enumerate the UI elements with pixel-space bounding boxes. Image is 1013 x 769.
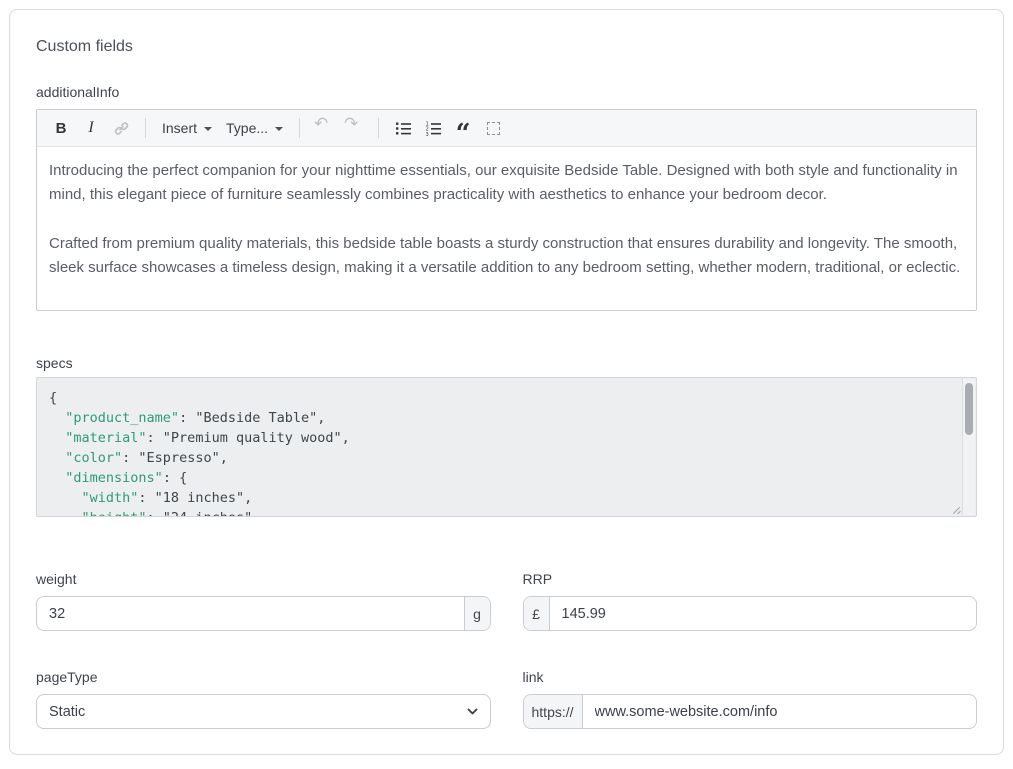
code-line: "height": "24 inches"	[49, 508, 950, 517]
weight-input-group: g	[36, 596, 491, 631]
page-type-label: pageType	[36, 669, 491, 685]
json-key: "material"	[65, 430, 146, 446]
currency-prefix: £	[524, 597, 550, 630]
undo-icon[interactable]: ↶	[310, 115, 338, 141]
json-key: "height"	[82, 510, 147, 517]
link-input[interactable]	[583, 695, 976, 728]
editor-toolbar: B I Insert Type...	[37, 110, 976, 147]
specs-label: specs	[36, 355, 977, 371]
link-field: link https://	[523, 669, 978, 729]
code-line: "width": "18 inches",	[49, 488, 950, 508]
scrollbar-track[interactable]	[962, 379, 975, 515]
rrp-field: RRP £	[523, 571, 978, 631]
code-line: "color": "Espresso",	[49, 448, 950, 468]
chevron-down-icon	[275, 127, 283, 131]
page-type-field: pageType Static	[36, 669, 491, 729]
json-key: "color"	[65, 450, 122, 466]
link-input-group: https://	[523, 694, 978, 729]
weight-label: weight	[36, 571, 491, 587]
weight-unit-suffix: g	[464, 597, 490, 630]
editor-paragraph: Introducing the perfect companion for yo…	[49, 159, 964, 207]
rrp-input[interactable]	[550, 597, 977, 630]
toolbar-divider	[378, 118, 379, 138]
blockquote-button[interactable]: “	[449, 122, 477, 148]
insert-dropdown-label: Insert	[162, 120, 197, 136]
rich-text-editor: B I Insert Type...	[36, 109, 977, 311]
specs-code: { "product_name": "Bedside Table", "mate…	[49, 388, 950, 517]
link-button[interactable]	[107, 115, 135, 141]
bullet-list-icon	[395, 120, 412, 137]
additional-info-label: additionalInfo	[36, 84, 977, 100]
specs-code-editor[interactable]: { "product_name": "Bedside Table", "mate…	[36, 377, 977, 517]
italic-button[interactable]: I	[77, 115, 105, 141]
resize-handle-icon[interactable]	[951, 504, 961, 514]
code-line: "material": "Premium quality wood",	[49, 428, 950, 448]
card-title: Custom fields	[36, 38, 977, 56]
rrp-label: RRP	[523, 571, 978, 587]
weight-field: weight g	[36, 571, 491, 631]
link-label: link	[523, 669, 978, 685]
page-type-select-wrap: Static	[36, 694, 491, 729]
link-icon	[113, 120, 130, 137]
specs-field: specs { "product_name": "Bedside Table",…	[36, 355, 977, 517]
insert-dropdown[interactable]: Insert	[156, 115, 218, 141]
toolbar-divider	[145, 118, 146, 138]
bullet-list-button[interactable]	[389, 115, 417, 141]
svg-text:3: 3	[425, 131, 428, 136]
bold-button[interactable]: B	[47, 115, 75, 141]
json-key: "width"	[82, 490, 139, 506]
custom-fields-card: Custom fields additionalInfo B I Insert	[9, 9, 1004, 755]
scrollbar-thumb[interactable]	[965, 383, 973, 435]
visual-blocks-button[interactable]	[479, 115, 507, 141]
editor-paragraph: Crafted from premium quality materials, …	[49, 232, 964, 280]
visual-blocks-icon	[487, 122, 500, 135]
rrp-input-group: £	[523, 596, 978, 631]
type-dropdown-label: Type...	[226, 120, 268, 136]
code-line: {	[49, 388, 950, 408]
redo-icon[interactable]: ↷	[340, 115, 368, 141]
toolbar-divider	[299, 118, 300, 138]
code-line: "dimensions": {	[49, 468, 950, 488]
protocol-prefix: https://	[524, 695, 583, 728]
weight-rrp-row: weight g RRP £	[36, 571, 977, 631]
page-type-select[interactable]: Static	[36, 694, 491, 729]
additional-info-field: additionalInfo B I Insert	[36, 84, 977, 311]
numbered-list-icon: 1 2 3	[425, 120, 442, 137]
json-key: "dimensions"	[65, 470, 163, 486]
numbered-list-button[interactable]: 1 2 3	[419, 115, 447, 141]
type-dropdown[interactable]: Type...	[220, 115, 289, 141]
pagetype-link-row: pageType Static link https://	[36, 669, 977, 729]
chevron-down-icon	[204, 127, 212, 131]
editor-body[interactable]: Introducing the perfect companion for yo…	[37, 147, 976, 310]
weight-input[interactable]	[37, 597, 464, 630]
json-key: "product_name"	[65, 410, 179, 426]
code-line: "product_name": "Bedside Table",	[49, 408, 950, 428]
